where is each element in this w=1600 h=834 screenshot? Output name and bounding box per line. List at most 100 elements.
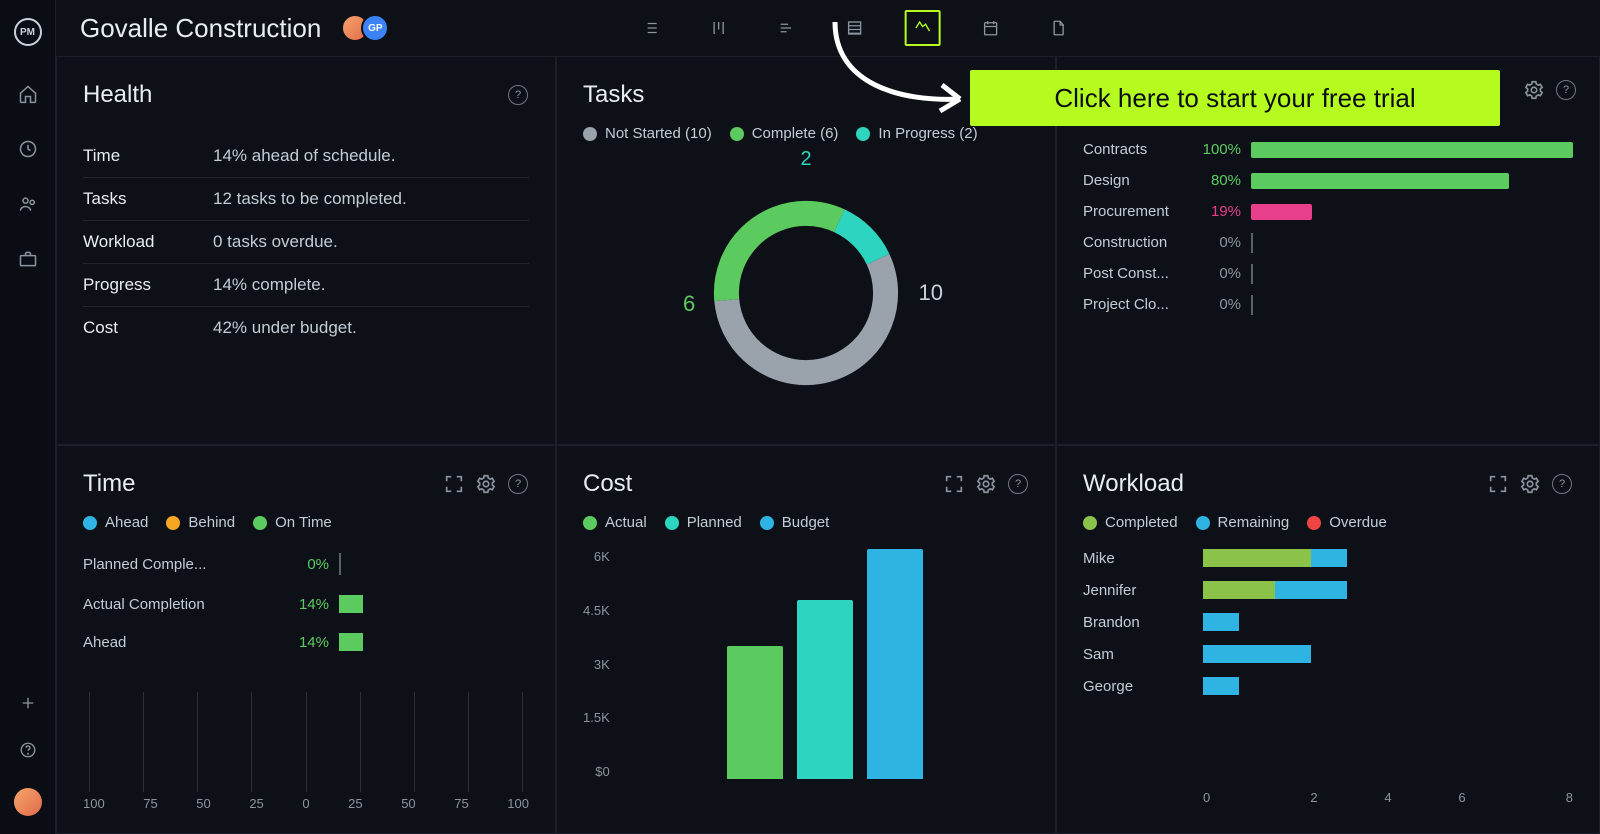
user-avatar[interactable] — [14, 788, 42, 816]
panel-expand-icon[interactable] — [443, 473, 465, 495]
legend-item[interactable]: Overdue — [1307, 514, 1387, 531]
panel-settings-icon[interactable] — [1523, 79, 1545, 101]
legend-label: Complete (6) — [752, 125, 839, 142]
workload-name: Mike — [1083, 550, 1203, 567]
progress-pct: 19% — [1193, 203, 1241, 220]
progress-pct: 0% — [1193, 234, 1241, 251]
legend-label: Not Started (10) — [605, 125, 712, 142]
home-icon[interactable] — [18, 84, 38, 109]
workload-seg — [1203, 549, 1311, 567]
legend-label: Planned — [687, 514, 742, 531]
view-file-icon[interactable] — [1041, 10, 1077, 46]
legend-label: Ahead — [105, 514, 148, 531]
legend-label: Remaining — [1218, 514, 1290, 531]
health-value: 14% complete. — [213, 275, 325, 295]
view-board-icon[interactable] — [701, 10, 737, 46]
workload-seg — [1311, 549, 1347, 567]
panel-title-health: Health — [83, 81, 152, 109]
logo-icon[interactable]: PM — [14, 18, 42, 46]
axis-label: 1.5K — [583, 710, 610, 725]
axis-label: 3K — [594, 657, 610, 672]
panel-help-icon[interactable]: ? — [1007, 473, 1029, 495]
legend-label: Behind — [188, 514, 235, 531]
legend-dot-icon — [760, 516, 774, 530]
time-label: Planned Comple... — [83, 556, 283, 573]
health-key: Tasks — [83, 189, 213, 209]
legend-dot-icon — [583, 127, 597, 141]
workload-name: George — [1083, 678, 1203, 695]
clock-icon[interactable] — [18, 139, 38, 164]
progress-label: Contracts — [1083, 141, 1193, 158]
workload-bar — [1203, 677, 1239, 695]
progress-pct: 0% — [1193, 296, 1241, 313]
legend-dot-icon — [1083, 516, 1097, 530]
panel-expand-icon[interactable] — [1487, 473, 1509, 495]
panel-help-icon[interactable]: ? — [1555, 79, 1577, 101]
legend-dot-icon — [730, 127, 744, 141]
legend-item[interactable]: Budget — [760, 514, 830, 531]
panel-help-icon[interactable]: ? — [1551, 473, 1573, 495]
cta-free-trial-banner[interactable]: Click here to start your free trial — [970, 70, 1500, 126]
axis-label: $0 — [595, 764, 609, 779]
legend-item[interactable]: Remaining — [1196, 514, 1290, 531]
legend-item[interactable]: Complete (6) — [730, 125, 839, 142]
legend-item[interactable]: In Progress (2) — [856, 125, 977, 142]
panel-time: Time ? AheadBehindOn Time Planned Comple… — [56, 445, 556, 834]
briefcase-icon[interactable] — [18, 249, 38, 274]
axis-label: 100 — [507, 796, 529, 811]
axis-label: 8 — [1499, 790, 1573, 805]
time-tick — [339, 553, 341, 575]
panel-settings-icon[interactable] — [1519, 473, 1541, 495]
workload-bar — [1203, 645, 1311, 663]
axis-label: 6K — [594, 549, 610, 564]
workload-name: Brandon — [1083, 614, 1203, 631]
progress-row: Project Clo... 0% — [1083, 296, 1573, 313]
add-icon[interactable] — [19, 694, 37, 717]
cost-bar — [727, 646, 783, 779]
view-gantt-icon[interactable] — [769, 10, 805, 46]
team-icon[interactable] — [18, 194, 38, 219]
axis-label: 6 — [1425, 790, 1499, 805]
legend-dot-icon — [166, 516, 180, 530]
view-list-icon[interactable] — [633, 10, 669, 46]
cta-arrow-icon — [820, 14, 980, 124]
workload-bar — [1203, 613, 1239, 631]
legend-label: Completed — [1105, 514, 1178, 531]
axis-label: 25 — [348, 796, 362, 811]
progress-pct: 80% — [1193, 172, 1241, 189]
legend-item[interactable]: Planned — [665, 514, 742, 531]
panel-settings-icon[interactable] — [975, 473, 997, 495]
legend-item[interactable]: Behind — [166, 514, 235, 531]
legend-item[interactable]: Actual — [583, 514, 647, 531]
workload-seg — [1203, 581, 1275, 599]
legend-item[interactable]: On Time — [253, 514, 332, 531]
health-row: Cost42% under budget. — [83, 307, 529, 349]
health-key: Workload — [83, 232, 213, 252]
panel-expand-icon[interactable] — [943, 473, 965, 495]
time-row: Ahead14% — [83, 633, 529, 651]
project-members[interactable]: GP — [341, 14, 389, 42]
progress-row: Post Const... 0% — [1083, 265, 1573, 282]
axis-label: 4 — [1351, 790, 1425, 805]
progress-bar — [1251, 142, 1573, 158]
dashboard-grid: Health ? Time14% ahead of schedule.Tasks… — [56, 56, 1600, 834]
project-title: Govalle Construction — [80, 13, 321, 44]
workload-bar — [1203, 581, 1347, 599]
progress-bar — [1251, 204, 1312, 220]
workload-row: Mike — [1083, 549, 1573, 567]
time-pct: 14% — [283, 596, 329, 613]
panel-settings-icon[interactable] — [475, 473, 497, 495]
legend-dot-icon — [253, 516, 267, 530]
help-icon[interactable] — [19, 741, 37, 764]
legend-label: Budget — [782, 514, 830, 531]
sidebar: PM — [0, 0, 56, 834]
progress-tick — [1251, 233, 1253, 253]
workload-bar — [1203, 549, 1347, 567]
panel-help-icon[interactable]: ? — [507, 473, 529, 495]
legend-item[interactable]: Completed — [1083, 514, 1178, 531]
workload-seg — [1203, 677, 1239, 695]
legend-item[interactable]: Ahead — [83, 514, 148, 531]
legend-item[interactable]: Not Started (10) — [583, 125, 712, 142]
time-bar — [339, 633, 363, 651]
panel-help-icon[interactable]: ? — [507, 84, 529, 106]
